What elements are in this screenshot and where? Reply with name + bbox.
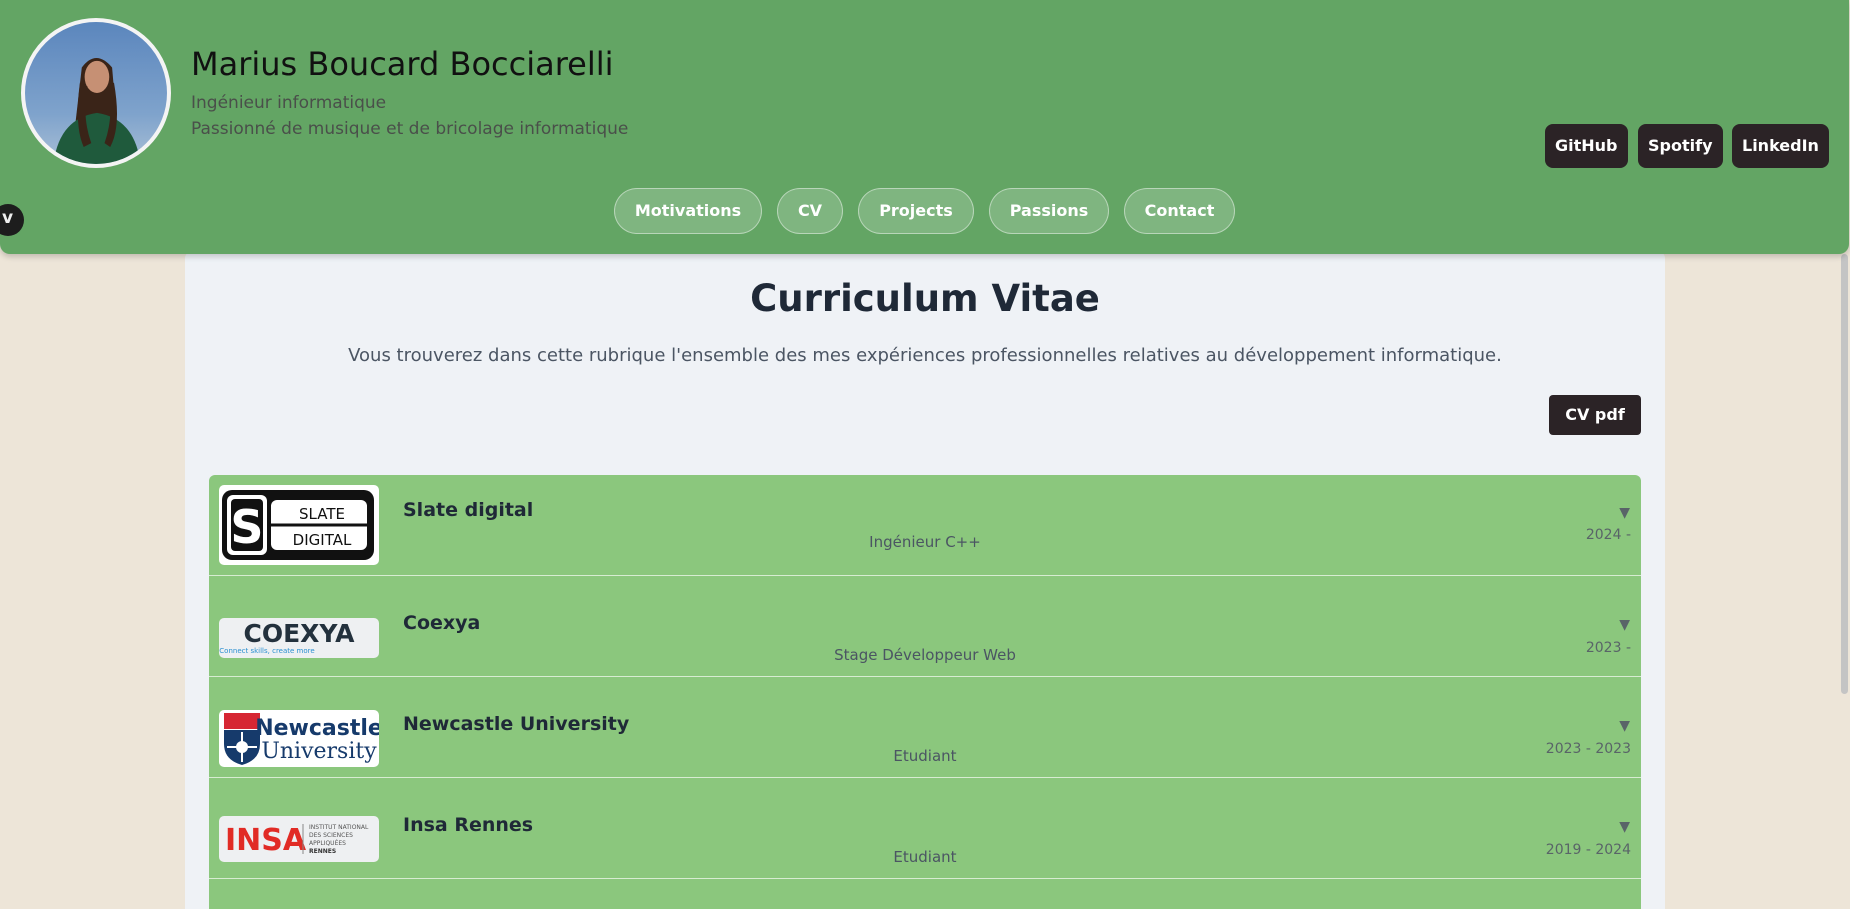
dates: 2019 - 2024 [1545,842,1631,858]
avatar [21,18,171,168]
chevron-down-icon[interactable]: ▼ [1619,718,1630,734]
svg-text:SLATE: SLATE [299,505,345,523]
chevron-down-icon[interactable]: ▼ [1619,617,1630,633]
dates: 2024 - [1585,527,1631,543]
chevron-down-icon: v [2,208,14,228]
svg-text:Newcastle: Newcastle [255,716,379,741]
slate-digital-logo: S SLATE DIGITAL [219,485,379,565]
profile-tagline: Passionné de musique et de bricolage inf… [191,119,629,139]
role: Stage Développeur Web [834,646,1016,664]
scrollbar[interactable] [1841,254,1848,694]
role: Etudiant [893,747,957,765]
linkedin-link[interactable]: LinkedIn [1732,124,1829,168]
svg-text:DES SCIENCES: DES SCIENCES [309,832,353,839]
experience-item-insa-rennes[interactable]: INSA INSTITUT NATIONAL DES SCIENCES APPL… [209,778,1641,879]
company-name: Slate digital [403,499,534,521]
github-link[interactable]: GitHub [1545,124,1628,168]
svg-text:INSTITUT NATIONAL: INSTITUT NATIONAL [309,824,369,831]
experience-item-slate-digital[interactable]: S SLATE DIGITAL Slate digital Ingénieur … [209,475,1641,576]
company-name: Insa Rennes [403,814,534,836]
spotify-link[interactable]: Spotify [1638,124,1723,168]
chevron-down-icon[interactable]: ▼ [1619,819,1630,835]
dates: 2023 - [1585,640,1631,656]
nav-projects[interactable]: Projects [858,188,974,234]
profile-name: Marius Boucard Bocciarelli [191,45,614,83]
nav-passions[interactable]: Passions [989,188,1109,234]
experience-item[interactable] [209,879,1641,909]
chevron-down-icon[interactable]: ▼ [1619,505,1630,521]
role: Etudiant [893,848,957,866]
dates: 2023 - 2023 [1545,741,1631,757]
company-name: Newcastle University [403,713,630,735]
page-title: Curriculum Vitae [750,277,1100,320]
svg-text:APPLIQUÉES: APPLIQUÉES [309,839,346,847]
company-name: Coexya [403,612,481,634]
cv-description: Vous trouverez dans cette rubrique l'ens… [348,345,1502,366]
experience-item-newcastle[interactable]: Newcastle University Newcastle Universit… [209,677,1641,778]
experience-item-coexya[interactable]: COEXYA Connect skills, create more Coexy… [209,576,1641,677]
nav-cv[interactable]: CV [777,188,843,234]
cv-pdf-button[interactable]: CV pdf [1549,395,1641,435]
nav-motivations[interactable]: Motivations [614,188,762,234]
site-header: Marius Boucard Bocciarelli Ingénieur inf… [0,0,1849,254]
svg-text:COEXYA: COEXYA [243,619,355,648]
nav-contact[interactable]: Contact [1124,188,1235,234]
profile-title: Ingénieur informatique [191,93,387,113]
role: Ingénieur C++ [869,533,981,551]
